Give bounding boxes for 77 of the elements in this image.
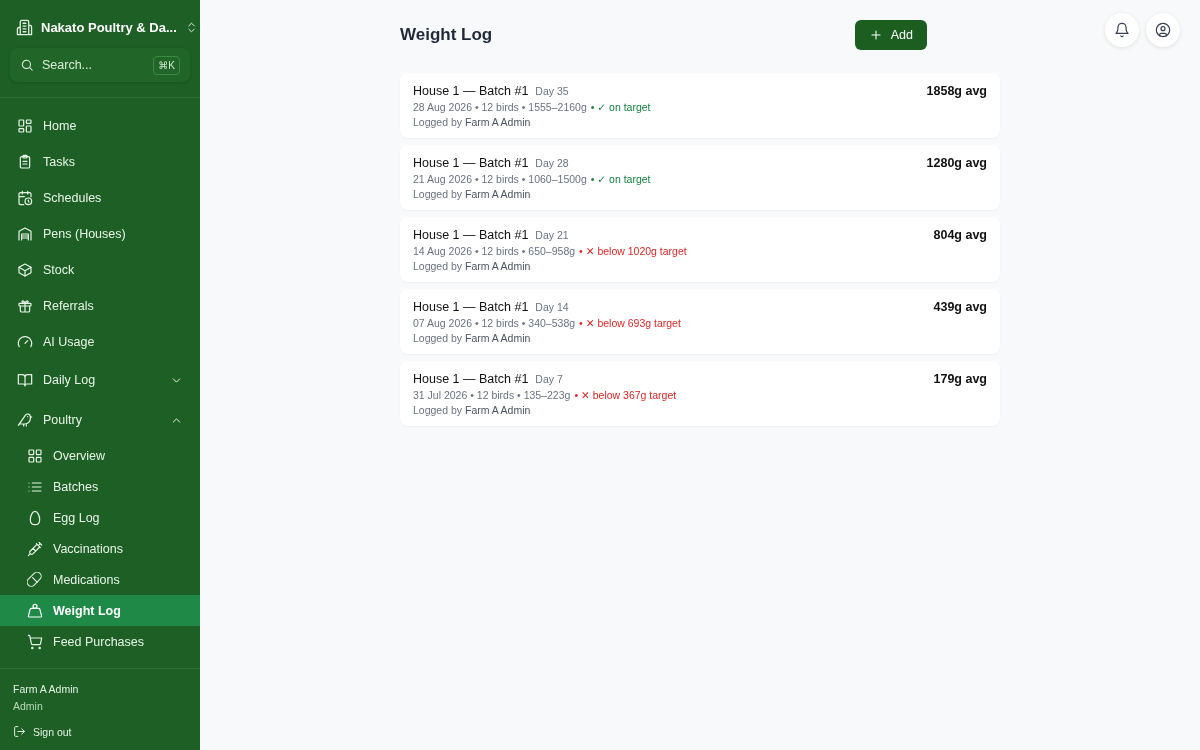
gauge-icon [17, 334, 33, 350]
nav-item[interactable]: Daily Log [0, 360, 200, 400]
nav-item[interactable]: Egg Log [0, 502, 200, 533]
book-icon [17, 372, 33, 388]
entry-day: Day 14 [535, 301, 569, 313]
target-status: • ✓ on target [590, 173, 651, 185]
target-status: • ✓ on target [590, 101, 651, 113]
search-field[interactable]: Search... [42, 58, 146, 72]
grid-icon [17, 118, 33, 134]
user-name: Farm A Admin [13, 683, 80, 695]
syringe-icon [27, 540, 43, 557]
entry-day: Day 28 [535, 157, 569, 169]
page-title: Weight Log [400, 25, 493, 45]
logged-by: Logged by Farm A Admin [413, 332, 532, 344]
sign-out-icon [13, 725, 26, 738]
organization-name[interactable]: Nakato Poultry & Da... [41, 19, 177, 35]
search-icon [20, 58, 34, 72]
egg-icon [27, 509, 43, 526]
logged-by: Logged by Farm A Admin [413, 404, 532, 416]
logged-by: Logged by Farm A Admin [413, 116, 532, 128]
target-status: • ✕ below 367g target [574, 389, 677, 401]
calendar-clock-icon [17, 190, 33, 206]
target-status: • ✕ below 1020g target [579, 245, 687, 257]
average-weight: 1858g avg [926, 84, 987, 100]
average-weight: 804g avg [933, 228, 987, 244]
entry-day: Day 21 [535, 229, 569, 241]
plus-icon [868, 28, 883, 42]
nav-item[interactable]: Medications [0, 564, 200, 595]
entry-title: House 1 — Batch #1 [413, 372, 529, 386]
entry-title: House 1 — Batch #1 [413, 156, 529, 170]
target-status: • ✕ below 693g target [579, 317, 681, 329]
gift-icon [17, 298, 33, 314]
nav-item[interactable]: Pens (Houses) [0, 216, 200, 252]
nav-item[interactable]: AI Usage [0, 324, 200, 360]
box-icon [17, 262, 33, 278]
entry-details: 31 Jul 2026 • 12 birds • 135–223g [413, 389, 571, 401]
pill-icon [27, 571, 43, 588]
average-weight: 439g avg [933, 300, 987, 316]
notifications-button[interactable] [1105, 13, 1139, 47]
nav-item[interactable]: Referrals [0, 288, 200, 324]
entry-details: 07 Aug 2026 • 12 birds • 340–538g [413, 317, 576, 329]
nav-item[interactable]: Schedules [0, 180, 200, 216]
nav-item[interactable]: Feed Purchases [0, 626, 200, 657]
entry-details: 28 Aug 2026 • 12 birds • 1555–2160g [413, 101, 587, 113]
profile-button[interactable] [1146, 13, 1180, 47]
nav-item[interactable]: Home [0, 108, 200, 144]
grid-icon [27, 447, 43, 464]
average-weight: 1280g avg [926, 156, 987, 172]
weight-icon [27, 602, 43, 619]
building-icon [16, 18, 33, 36]
user-role: Admin [13, 700, 44, 712]
shortcut-hint: ⌘K [153, 55, 180, 75]
entry-day: Day 7 [535, 373, 563, 385]
nav-item[interactable]: Batches [0, 471, 200, 502]
bird-icon [17, 412, 33, 428]
user-circle-icon [1155, 22, 1171, 38]
entry-title: House 1 — Batch #1 [413, 300, 529, 314]
cart-icon [27, 633, 43, 650]
clipboard-icon [17, 154, 33, 170]
entry-details: 14 Aug 2026 • 12 birds • 650–958g [413, 245, 576, 257]
nav-item[interactable]: Vaccinations [0, 533, 200, 564]
average-weight: 179g avg [933, 372, 987, 388]
warehouse-icon [17, 226, 33, 242]
entry-day: Day 35 [535, 85, 569, 97]
entry-details: 21 Aug 2026 • 12 birds • 1060–1500g [413, 173, 587, 185]
nav-item[interactable]: Poultry [0, 400, 200, 440]
sign-out-link[interactable]: Sign out [13, 725, 187, 738]
entry-title: House 1 — Batch #1 [413, 84, 529, 98]
entry-title: House 1 — Batch #1 [413, 228, 529, 242]
add-button[interactable]: Add [854, 20, 927, 50]
logged-by: Logged by Farm A Admin [413, 188, 532, 200]
bell-icon [1114, 22, 1130, 38]
logged-by: Logged by Farm A Admin [413, 260, 532, 272]
nav-item[interactable]: Tasks [0, 144, 200, 180]
nav-item[interactable]: Stock [0, 252, 200, 288]
nav-item[interactable]: Weight Log [0, 595, 200, 626]
nav-item[interactable]: Overview [0, 440, 200, 471]
